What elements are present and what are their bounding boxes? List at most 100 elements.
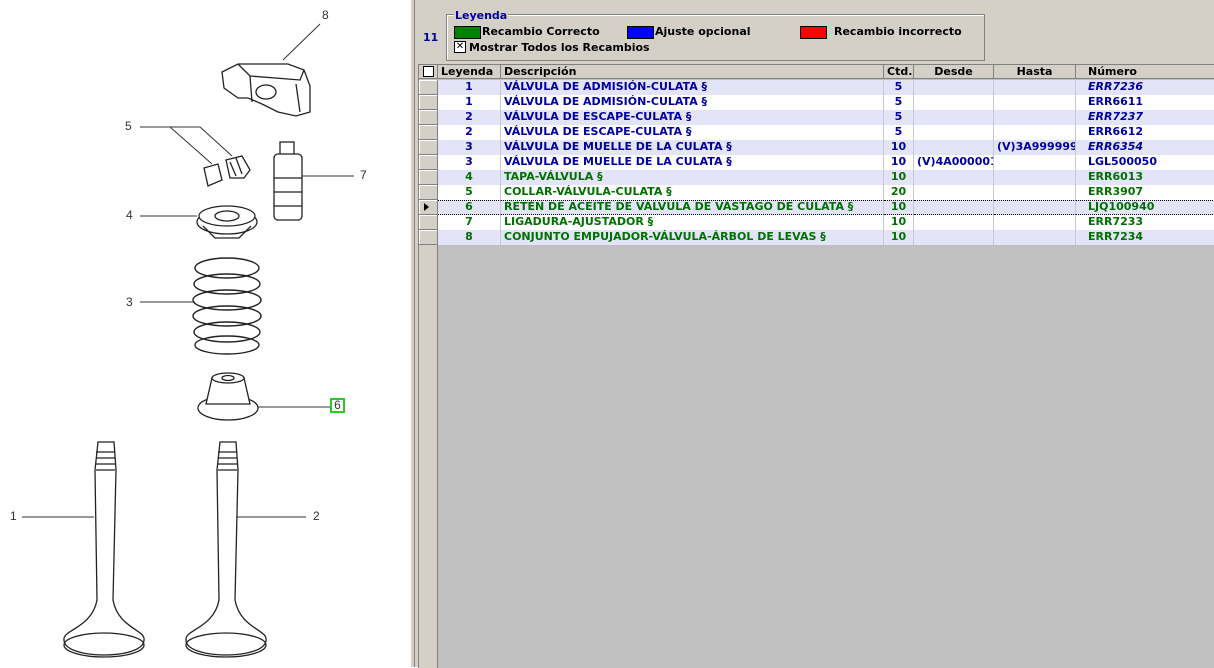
table-row[interactable]: 3 VÁLVULA DE MUELLE DE LA CULATA § 10 (V)3A… — [419, 140, 1214, 155]
parts-diagram[interactable]: 8 5 7 4 3 6 1 2 — [0, 0, 410, 667]
cell-leyenda[interactable]: 8 — [438, 230, 501, 245]
cell-desc[interactable]: VÁLVULA DE ADMISIÓN-CULATA § — [501, 95, 884, 110]
cell-ctd[interactable]: 10 — [884, 140, 914, 155]
parts-grid[interactable]: Leyenda Descripción Ctd. Desde Hasta Núm… — [418, 64, 1214, 668]
table-row[interactable]: 2 VÁLVULA DE ESCAPE-CULATA § 5 ERR7237 — [419, 110, 1214, 125]
cell-desc[interactable]: VÁLVULA DE ESCAPE-CULATA § — [501, 110, 884, 125]
cell-desde[interactable] — [914, 230, 994, 245]
cell-leyenda[interactable]: 2 — [438, 125, 501, 140]
table-row[interactable]: 4 TAPA-VÁLVULA § 10 ERR6013 — [419, 170, 1214, 185]
cell-desc[interactable]: LIGADURA-AJUSTADOR § — [501, 215, 884, 230]
callout-4[interactable]: 4 — [126, 208, 133, 222]
table-row[interactable]: 3 VÁLVULA DE MUELLE DE LA CULATA § 10 (V)4A… — [419, 155, 1214, 170]
cell-leyenda[interactable]: 3 — [438, 140, 501, 155]
callout-7[interactable]: 7 — [360, 168, 367, 182]
table-row[interactable]: 5 COLLAR-VÁLVULA-CULATA § 20 ERR3907 — [419, 185, 1214, 200]
cell-numero[interactable]: ERR6612 — [1076, 125, 1214, 140]
cell-numero[interactable]: ERR6611 — [1076, 95, 1214, 110]
cell-desc[interactable]: VÁLVULA DE ADMISIÓN-CULATA § — [501, 80, 884, 95]
cell-hasta[interactable] — [994, 95, 1076, 110]
cell-desc[interactable]: TAPA-VÁLVULA § — [501, 170, 884, 185]
cell-hasta[interactable] — [994, 110, 1076, 125]
row-selector[interactable] — [419, 80, 438, 95]
callout-1[interactable]: 1 — [10, 509, 17, 523]
cell-hasta[interactable] — [994, 215, 1076, 230]
part-3-spring[interactable] — [192, 257, 262, 355]
cell-desde[interactable] — [914, 80, 994, 95]
cell-hasta[interactable] — [994, 170, 1076, 185]
cell-leyenda[interactable]: 3 — [438, 155, 501, 170]
cell-numero[interactable]: ERR7234 — [1076, 230, 1214, 245]
callout-2[interactable]: 2 — [313, 509, 320, 523]
cell-numero[interactable]: ERR6354 — [1076, 140, 1214, 155]
callout-3[interactable]: 3 — [126, 295, 133, 309]
cell-desc[interactable]: CONJUNTO EMPUJADOR-VÁLVULA-ÁRBOL DE LEVA… — [501, 230, 884, 245]
cell-leyenda[interactable]: 1 — [438, 95, 501, 110]
cell-ctd[interactable]: 10 — [884, 215, 914, 230]
col-descripcion[interactable]: Descripción — [501, 65, 884, 79]
cell-hasta[interactable] — [994, 80, 1076, 95]
table-row[interactable]: 1 VÁLVULA DE ADMISIÓN-CULATA § 5 ERR6611 — [419, 95, 1214, 110]
row-selector[interactable] — [419, 95, 438, 110]
cell-desde[interactable] — [914, 110, 994, 125]
table-row[interactable]: 1 VÁLVULA DE ADMISIÓN-CULATA § 5 ERR7236 — [419, 80, 1214, 95]
row-selector[interactable] — [419, 230, 438, 245]
cell-desde[interactable] — [914, 95, 994, 110]
table-row[interactable]: 6 RETÉN DE ACEITE DE VÁLVULA DE VÁSTAGO D… — [419, 200, 1214, 215]
col-desde[interactable]: Desde — [914, 65, 994, 79]
cell-hasta[interactable] — [994, 200, 1076, 215]
cell-numero[interactable]: ERR7233 — [1076, 215, 1214, 230]
cell-ctd[interactable]: 10 — [884, 230, 914, 245]
cell-leyenda[interactable]: 4 — [438, 170, 501, 185]
cell-desde[interactable] — [914, 140, 994, 155]
cell-leyenda[interactable]: 5 — [438, 185, 501, 200]
col-ctd[interactable]: Ctd. — [884, 65, 914, 79]
cell-desde[interactable] — [914, 215, 994, 230]
cell-leyenda[interactable]: 7 — [438, 215, 501, 230]
select-all-header[interactable] — [419, 65, 438, 79]
cell-desde[interactable] — [914, 185, 994, 200]
show-all-checkbox[interactable]: ✕ — [454, 41, 466, 53]
row-selector[interactable] — [419, 125, 438, 140]
cell-ctd[interactable]: 10 — [884, 200, 914, 215]
cell-desc[interactable]: VÁLVULA DE MUELLE DE LA CULATA § — [501, 155, 884, 170]
cell-numero[interactable]: LGL500050 — [1076, 155, 1214, 170]
cell-hasta[interactable] — [994, 125, 1076, 140]
part-2-exhaust-valve[interactable] — [185, 441, 267, 658]
part-1-inlet-valve[interactable] — [63, 441, 145, 658]
cell-leyenda[interactable]: 2 — [438, 110, 501, 125]
select-all-checkbox[interactable] — [423, 66, 434, 77]
callout-6-highlighted[interactable]: 6 — [330, 398, 345, 413]
part-5-collets[interactable] — [203, 155, 251, 187]
table-row[interactable]: 8 CONJUNTO EMPUJADOR-VÁLVULA-ÁRBOL DE LEV… — [419, 230, 1214, 245]
cell-numero[interactable]: ERR7236 — [1076, 80, 1214, 95]
cell-desc[interactable]: COLLAR-VÁLVULA-CULATA § — [501, 185, 884, 200]
row-selector[interactable] — [419, 110, 438, 125]
cell-ctd[interactable]: 5 — [884, 95, 914, 110]
part-6-stem-seal[interactable] — [197, 372, 259, 421]
row-selector[interactable] — [419, 170, 438, 185]
cell-ctd[interactable]: 5 — [884, 110, 914, 125]
row-selector[interactable] — [419, 140, 438, 155]
cell-hasta[interactable] — [994, 155, 1076, 170]
cell-hasta[interactable] — [994, 230, 1076, 245]
cell-desc[interactable]: VÁLVULA DE ESCAPE-CULATA § — [501, 125, 884, 140]
cell-ctd[interactable]: 5 — [884, 80, 914, 95]
cell-desde[interactable] — [914, 170, 994, 185]
cell-hasta[interactable] — [994, 185, 1076, 200]
cell-desc[interactable]: VÁLVULA DE MUELLE DE LA CULATA § — [501, 140, 884, 155]
part-8-follower[interactable] — [221, 63, 311, 117]
cell-ctd[interactable]: 10 — [884, 155, 914, 170]
part-7-tappet[interactable] — [273, 141, 303, 221]
show-all-label[interactable]: Mostrar Todos los Recambios — [469, 41, 650, 54]
cell-hasta[interactable]: (V)3A999999 — [994, 140, 1076, 155]
cell-desde[interactable] — [914, 200, 994, 215]
col-leyenda[interactable]: Leyenda — [438, 65, 501, 79]
row-selector[interactable] — [419, 200, 438, 215]
cell-ctd[interactable]: 10 — [884, 170, 914, 185]
table-row[interactable]: 7 LIGADURA-AJUSTADOR § 10 ERR7233 — [419, 215, 1214, 230]
cell-numero[interactable]: ERR7237 — [1076, 110, 1214, 125]
cell-desc[interactable]: RETÉN DE ACEITE DE VÁLVULA DE VÁSTAGO DE… — [501, 200, 884, 215]
row-selector[interactable] — [419, 155, 438, 170]
cell-ctd[interactable]: 20 — [884, 185, 914, 200]
